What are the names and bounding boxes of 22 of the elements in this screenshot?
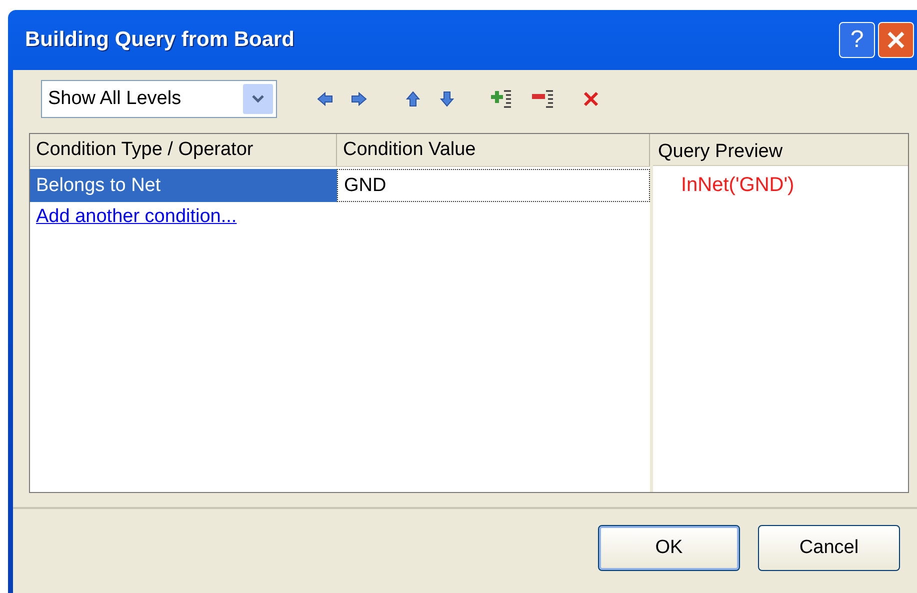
- cancel-button[interactable]: Cancel: [758, 525, 900, 571]
- close-button[interactable]: [878, 22, 914, 58]
- preview-header: Query Preview: [653, 134, 908, 166]
- arrow-up-icon[interactable]: [405, 91, 421, 107]
- chevron-down-icon: [251, 94, 265, 104]
- arrow-left-icon[interactable]: [317, 91, 333, 107]
- arrow-down-icon[interactable]: [439, 91, 455, 107]
- column-header[interactable]: Condition Type / Operator: [30, 134, 337, 166]
- add-condition-link[interactable]: Add another condition...: [30, 202, 243, 232]
- delete-icon[interactable]: [583, 91, 599, 107]
- query-preview-text: InNet('GND'): [680, 173, 796, 197]
- remove-condition-icon[interactable]: [531, 88, 555, 110]
- help-button[interactable]: ?: [839, 22, 875, 58]
- add-condition-icon[interactable]: [489, 88, 513, 110]
- column-header[interactable]: Condition Value: [337, 134, 650, 166]
- window-title: Building Query from Board: [25, 28, 296, 52]
- arrow-right-icon[interactable]: [351, 91, 367, 107]
- condition-type-cell[interactable]: Belongs to Net: [30, 169, 337, 202]
- level-dropdown[interactable]: Show All Levels: [41, 80, 277, 118]
- condition-value-cell[interactable]: GND: [337, 169, 650, 202]
- close-icon: [885, 29, 907, 51]
- ok-button[interactable]: OK: [598, 525, 740, 571]
